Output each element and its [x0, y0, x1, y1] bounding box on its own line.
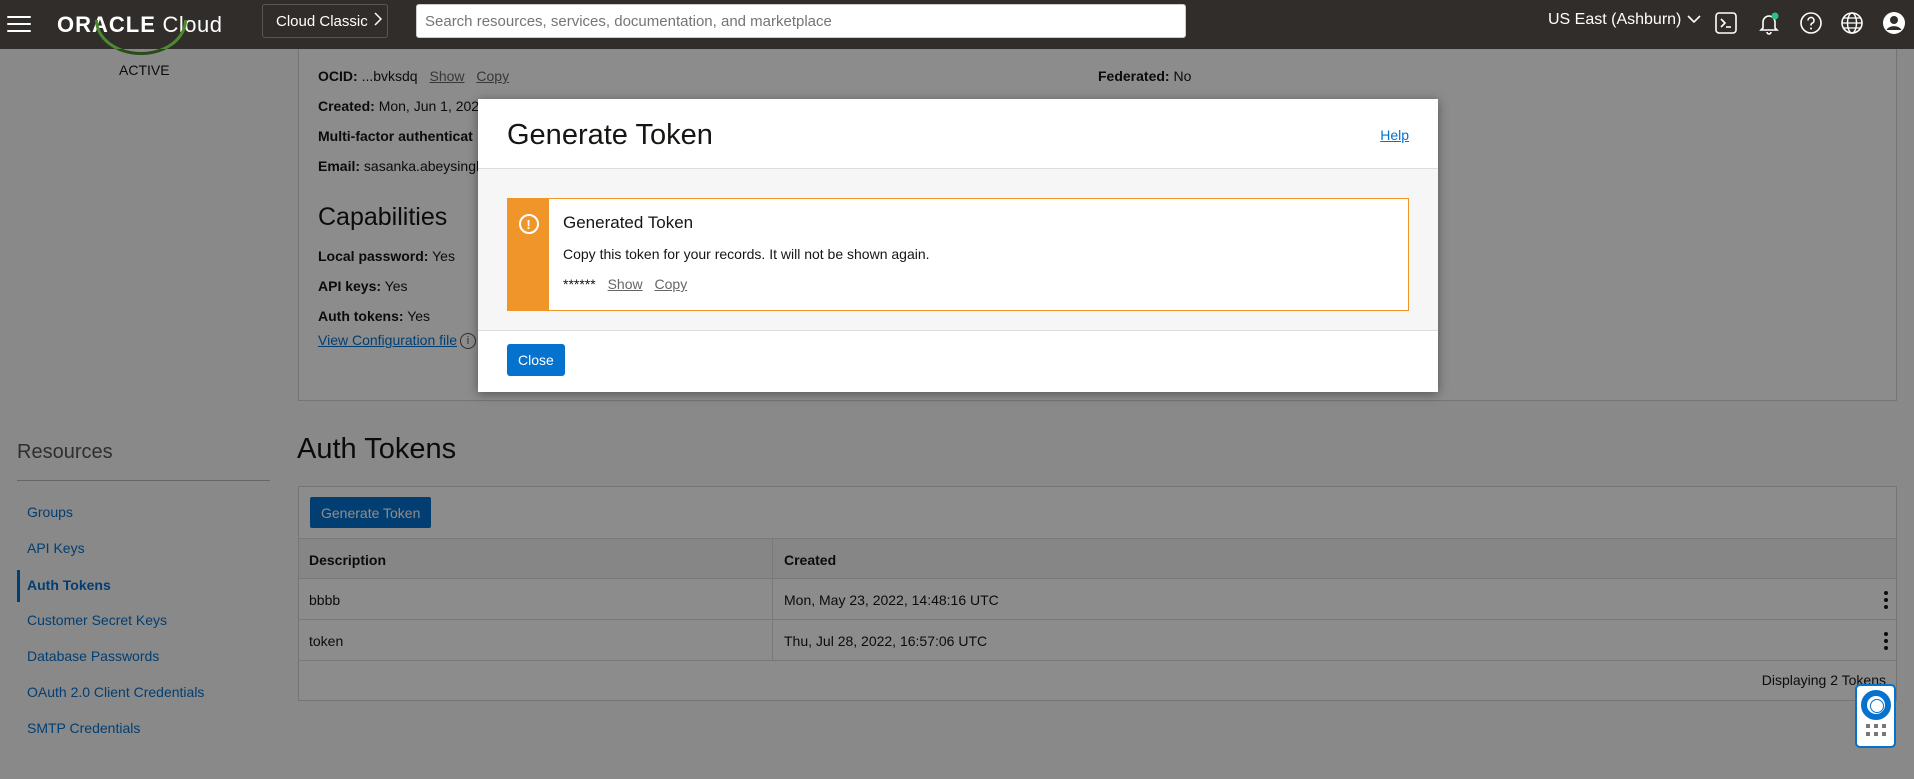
help-icon[interactable] [1798, 10, 1824, 36]
region-selector[interactable]: US East (Ashburn) [1548, 11, 1701, 29]
token-row: ****** Show Copy [563, 276, 687, 292]
search-input[interactable] [416, 4, 1186, 38]
cloud-classic-button[interactable]: Cloud Classic [262, 4, 388, 38]
warning-icon: ! [518, 214, 539, 234]
dialog-body: ! Generated Token Copy this token for yo… [478, 169, 1438, 331]
globe-icon[interactable] [1839, 10, 1865, 36]
generate-token-dialog: Generate Token Help ! Generated Token Co… [478, 99, 1438, 392]
token-value: ****** [563, 276, 596, 292]
dialog-title: Generate Token [507, 119, 713, 151]
user-profile-icon[interactable] [1881, 10, 1907, 36]
cloud-classic-label: Cloud Classic [276, 12, 368, 30]
chevron-right-icon [374, 12, 382, 30]
help-widget[interactable] [1855, 684, 1896, 748]
lifebuoy-icon [1860, 690, 1891, 720]
dialog-header: Generate Token Help [478, 99, 1438, 169]
generated-token-alert: ! Generated Token Copy this token for yo… [507, 198, 1409, 311]
token-show-link[interactable]: Show [608, 276, 643, 292]
chevron-down-icon [1687, 11, 1701, 29]
grid-dots-icon [1865, 724, 1886, 736]
alert-message: Copy this token for your records. It wil… [563, 246, 930, 262]
bell-icon[interactable] [1756, 10, 1782, 36]
token-copy-link[interactable]: Copy [655, 276, 688, 292]
close-button[interactable]: Close [507, 344, 565, 376]
cloud-shell-icon[interactable] [1713, 10, 1739, 36]
alert-title: Generated Token [563, 213, 694, 232]
alert-stripe: ! [508, 199, 549, 310]
top-navigation-bar: ORACLE Cloud Cloud Classic US East (Ashb… [0, 0, 1914, 49]
region-label: US East (Ashburn) [1548, 11, 1682, 28]
dialog-help-link[interactable]: Help [1380, 127, 1409, 143]
hamburger-menu-icon[interactable] [7, 12, 31, 36]
